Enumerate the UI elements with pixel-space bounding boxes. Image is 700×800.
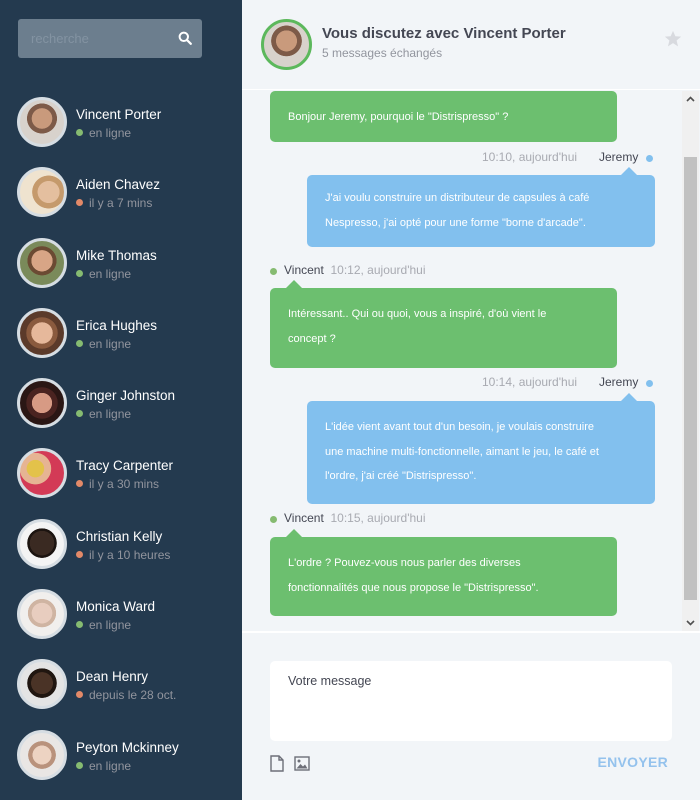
jeremy-dot-icon bbox=[646, 155, 653, 162]
message-author: Jeremy bbox=[599, 150, 639, 164]
away-dot-icon bbox=[76, 480, 83, 488]
message-bubble-jeremy: J'ai voulu construire un distributeur de… bbox=[307, 167, 655, 247]
contact-name: Dean Henry bbox=[76, 669, 149, 685]
online-dot-icon bbox=[76, 410, 83, 418]
vincent-dot-icon bbox=[270, 268, 277, 275]
contact-name: Vincent Porter bbox=[76, 107, 162, 122]
message-line: Intéressant.. Qui ou quoi, vous a inspir… bbox=[288, 308, 547, 320]
away-dot-icon bbox=[76, 691, 83, 699]
header-avatar bbox=[261, 19, 312, 70]
message-meta: 10:14, aujourd'hui bbox=[482, 375, 577, 389]
contact-status: en ligne bbox=[76, 759, 131, 773]
avatar bbox=[17, 167, 67, 218]
contact-status: il y a 10 heures bbox=[76, 548, 170, 562]
contact-status: en ligne bbox=[76, 337, 131, 351]
avatar bbox=[17, 378, 67, 429]
avatar bbox=[17, 659, 67, 710]
contact-peyton-mckinney[interactable]: Peyton Mckinney en ligne bbox=[0, 723, 242, 793]
contact-name: Tracy Carpenter bbox=[76, 458, 174, 474]
search-icon[interactable] bbox=[178, 31, 192, 45]
send-button[interactable]: ENVOYER bbox=[597, 754, 668, 770]
contact-vincent-porter[interactable]: Vincent Porter en ligne bbox=[0, 90, 242, 160]
avatar bbox=[17, 237, 67, 288]
message-count: 5 messages échangés bbox=[322, 46, 443, 60]
contact-status: en ligne bbox=[76, 618, 131, 632]
contact-name: Aiden Chavez bbox=[76, 177, 161, 193]
message-time: 10:15, aujourd'hui bbox=[330, 511, 426, 525]
contact-dean-henry[interactable]: Dean Henry depuis le 28 oct. bbox=[0, 652, 242, 722]
vincent-dot-icon bbox=[270, 516, 277, 523]
message-time: 10:10, aujourd'hui bbox=[482, 150, 578, 164]
contact-ginger-johnston[interactable]: Ginger Johnston en ligne bbox=[0, 371, 242, 441]
message-line: L'idée vient avant tout d'un besoin, je … bbox=[325, 421, 594, 433]
message-scrollbar[interactable] bbox=[682, 91, 699, 631]
contact-status: en ligne bbox=[76, 267, 131, 281]
online-dot-icon bbox=[76, 269, 83, 277]
online-dot-icon bbox=[76, 621, 83, 629]
star-icon[interactable] bbox=[664, 30, 682, 48]
avatar bbox=[17, 97, 67, 147]
search-box bbox=[18, 19, 202, 58]
contact-tracy-carpenter[interactable]: Tracy Carpenter il y a 30 mins bbox=[0, 441, 242, 511]
contact-christian-kelly[interactable]: Christian Kelly il y a 10 heures bbox=[0, 512, 242, 582]
avatar bbox=[17, 589, 67, 640]
message-line: J'ai voulu construire un distributeur de… bbox=[325, 192, 590, 204]
contact-status: en ligne bbox=[76, 407, 131, 421]
contact-aiden-chavez[interactable]: Aiden Chavez il y a 7 mins bbox=[0, 160, 242, 230]
contacts-sidebar: Vincent Porter en ligne Aiden Chavez il … bbox=[0, 0, 242, 800]
chat-composer: ENVOYER bbox=[242, 631, 700, 800]
online-dot-icon bbox=[76, 339, 83, 347]
scroll-up-arrow-icon[interactable] bbox=[682, 91, 699, 108]
message-time: 10:12, aujourd'hui bbox=[330, 263, 426, 277]
contact-name: Monica Ward bbox=[76, 599, 156, 615]
message-line: fonctionnalités que nous propose le "Dis… bbox=[288, 581, 539, 594]
search-input[interactable] bbox=[18, 19, 168, 58]
chat-header: Vous discutez avec Vincent Porter 5 mess… bbox=[242, 0, 700, 90]
message-bubble-vincent: L'ordre ? Pouvez-vous nous parler des di… bbox=[270, 529, 617, 616]
message-line: une machine multi-fonctionnelle, aimant … bbox=[325, 445, 599, 458]
avatar bbox=[17, 448, 67, 499]
message-meta: 10:10, aujourd'hui bbox=[482, 150, 577, 164]
avatar bbox=[17, 729, 67, 780]
message-history: Bonjour Jeremy, pourquoi le "Distrispres… bbox=[242, 91, 682, 631]
message-line: L'ordre ? Pouvez-vous nous parler des di… bbox=[288, 557, 521, 569]
message-meta: Vincent 10:12, aujourd'hui bbox=[284, 263, 426, 277]
message-bubble-vincent: Intéressant.. Qui ou quoi, vous a inspir… bbox=[270, 280, 617, 368]
contact-monica-ward[interactable]: Monica Ward en ligne bbox=[0, 582, 242, 652]
contact-name: Ginger Johnston bbox=[76, 388, 176, 404]
contact-status: il y a 30 mins bbox=[76, 477, 159, 491]
contact-name: Christian Kelly bbox=[76, 528, 163, 544]
scroll-down-arrow-icon[interactable] bbox=[682, 614, 699, 631]
message-meta: Vincent 10:15, aujourd'hui bbox=[284, 511, 426, 525]
message-input[interactable] bbox=[270, 661, 672, 741]
away-dot-icon bbox=[76, 550, 83, 558]
message-bubble-vincent: Bonjour Jeremy, pourquoi le "Distrispres… bbox=[270, 91, 617, 142]
online-dot-icon bbox=[76, 761, 83, 769]
message-author: Jeremy bbox=[599, 375, 639, 389]
message-time: 10:14, aujourd'hui bbox=[482, 375, 578, 389]
message-line: Bonjour Jeremy, pourquoi le "Distrispres… bbox=[288, 111, 509, 123]
online-dot-icon bbox=[76, 129, 83, 136]
contact-erica-hughes[interactable]: Erica Hughes en ligne bbox=[0, 301, 242, 371]
file-icon[interactable] bbox=[270, 755, 284, 772]
away-dot-icon bbox=[76, 199, 83, 207]
contact-status: depuis le 28 oct. bbox=[76, 688, 176, 702]
contact-name: Erica Hughes bbox=[76, 317, 158, 333]
contact-name: Peyton Mckinney bbox=[76, 739, 179, 755]
jeremy-dot-icon bbox=[646, 380, 653, 387]
message-bubble-jeremy: L'idée vient avant tout d'un besoin, je … bbox=[307, 393, 655, 504]
avatar bbox=[17, 518, 67, 569]
message-line: l'ordre, j'ai créé "Distrispresso". bbox=[325, 470, 477, 482]
chat-title: Vous discutez avec Vincent Porter bbox=[322, 25, 566, 42]
contact-name: Mike Thomas bbox=[76, 247, 157, 263]
scroll-thumb[interactable] bbox=[684, 157, 697, 600]
contact-status: en ligne bbox=[76, 126, 131, 140]
contact-status: il y a 7 mins bbox=[76, 196, 152, 210]
message-line: Nespresso, j'ai opté pour une forme "bor… bbox=[325, 216, 586, 229]
contact-list: Vincent Porter en ligne Aiden Chavez il … bbox=[0, 90, 242, 793]
avatar bbox=[17, 307, 67, 358]
image-icon[interactable] bbox=[294, 756, 310, 771]
contact-mike-thomas[interactable]: Mike Thomas en ligne bbox=[0, 231, 242, 301]
message-line: concept ? bbox=[288, 332, 336, 345]
